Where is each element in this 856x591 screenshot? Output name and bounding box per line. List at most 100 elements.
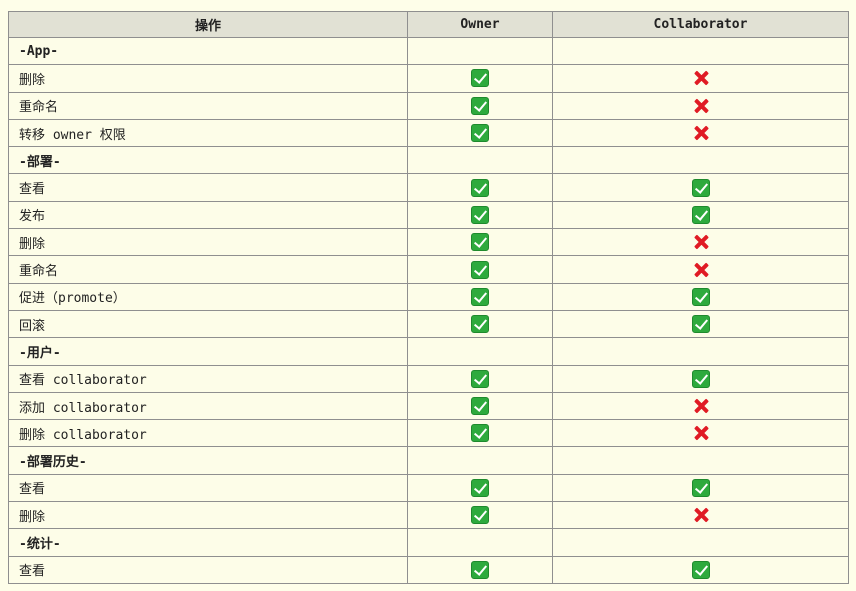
collaborator-permission-cell — [552, 501, 849, 530]
collaborator-permission-cell — [552, 473, 849, 503]
operation-label: 重命名 — [8, 255, 408, 284]
check-icon — [471, 369, 489, 388]
owner-permission-cell — [407, 528, 553, 557]
check-icon — [471, 69, 489, 88]
operation-label: 发布 — [8, 200, 408, 230]
table-row: 删除 — [8, 501, 849, 530]
owner-permission-cell — [407, 64, 553, 93]
check-icon — [691, 287, 710, 306]
group-label: -用户- — [8, 337, 408, 366]
collaborator-permission-cell — [552, 91, 849, 120]
group-label: -App- — [8, 36, 408, 66]
owner-permission-cell — [407, 36, 553, 66]
table-row: 查看 collaborator — [8, 364, 849, 393]
owner-permission-cell — [407, 446, 553, 475]
owner-permission-cell — [407, 118, 553, 148]
check-icon — [471, 205, 489, 224]
operation-label: 转移 owner 权限 — [8, 118, 408, 148]
owner-permission-cell — [407, 200, 553, 230]
group-label: -部署- — [8, 146, 408, 175]
cross-icon — [692, 397, 710, 415]
owner-permission-cell — [407, 173, 553, 202]
cross-icon — [692, 69, 710, 87]
table-row: 发布 — [8, 200, 849, 230]
owner-permission-cell — [407, 555, 553, 584]
table-row: 查看 — [8, 473, 849, 503]
collaborator-permission-cell — [552, 118, 849, 148]
check-icon — [471, 315, 489, 334]
header-owner: Owner — [407, 11, 553, 38]
collaborator-permission-cell — [552, 36, 849, 66]
operation-label: 添加 collaborator — [8, 391, 408, 421]
check-icon — [471, 506, 489, 525]
collaborator-permission-cell — [552, 555, 849, 584]
check-icon — [471, 124, 489, 143]
collaborator-permission-cell — [552, 419, 849, 448]
check-icon — [471, 287, 489, 306]
owner-permission-cell — [407, 337, 553, 366]
group-row: -用户- — [8, 337, 849, 366]
collaborator-permission-cell — [552, 64, 849, 93]
check-icon — [691, 560, 710, 579]
check-icon — [691, 205, 710, 224]
table-row: 转移 owner 权限 — [8, 118, 849, 148]
owner-permission-cell — [407, 473, 553, 503]
check-icon — [471, 424, 489, 443]
operation-label: 查看 collaborator — [8, 364, 408, 393]
collaborator-permission-cell — [552, 364, 849, 393]
owner-permission-cell — [407, 282, 553, 311]
cross-icon — [692, 261, 710, 279]
table-row: 重命名 — [8, 91, 849, 120]
table-row: 删除 collaborator — [8, 419, 849, 448]
operation-label: 重命名 — [8, 91, 408, 120]
cross-icon — [692, 424, 710, 442]
collaborator-permission-cell — [552, 200, 849, 230]
header-row: 操作 Owner Collaborator — [8, 11, 849, 38]
collaborator-permission-cell — [552, 146, 849, 175]
table-row: 添加 collaborator — [8, 391, 849, 421]
group-label: -部署历史- — [8, 446, 408, 475]
check-icon — [471, 233, 489, 252]
header-operation: 操作 — [8, 11, 408, 38]
check-icon — [471, 96, 489, 115]
operation-label: 促进（promote） — [8, 282, 408, 311]
table-row: 删除 — [8, 64, 849, 93]
owner-permission-cell — [407, 419, 553, 448]
collaborator-permission-cell — [552, 282, 849, 311]
permissions-table: 操作 Owner Collaborator -App- 删除 重命名 转移 owner… — [8, 11, 849, 584]
operation-label: 查看 — [8, 555, 408, 584]
check-icon — [691, 478, 710, 497]
group-label: -统计- — [8, 528, 408, 557]
collaborator-permission-cell — [552, 173, 849, 202]
operation-label: 查看 — [8, 473, 408, 503]
group-row: -App- — [8, 36, 849, 66]
check-icon — [471, 478, 489, 497]
collaborator-permission-cell — [552, 528, 849, 557]
collaborator-permission-cell — [552, 446, 849, 475]
operation-label: 删除 — [8, 64, 408, 93]
owner-permission-cell — [407, 91, 553, 120]
check-icon — [471, 178, 489, 197]
owner-permission-cell — [407, 228, 553, 257]
table-row: 重命名 — [8, 255, 849, 284]
table-row: 查看 — [8, 555, 849, 584]
collaborator-permission-cell — [552, 309, 849, 339]
owner-permission-cell — [407, 391, 553, 421]
group-row: -部署历史- — [8, 446, 849, 475]
header-collaborator: Collaborator — [552, 11, 849, 38]
table-row: 删除 — [8, 228, 849, 257]
collaborator-permission-cell — [552, 255, 849, 284]
owner-permission-cell — [407, 255, 553, 284]
collaborator-permission-cell — [552, 228, 849, 257]
cross-icon — [692, 233, 710, 251]
owner-permission-cell — [407, 309, 553, 339]
operation-label: 查看 — [8, 173, 408, 202]
table-row: 查看 — [8, 173, 849, 202]
group-row: -部署- — [8, 146, 849, 175]
operation-label: 删除 — [8, 228, 408, 257]
check-icon — [471, 397, 489, 415]
check-icon — [691, 178, 710, 197]
operation-label: 回滚 — [8, 309, 408, 339]
cross-icon — [692, 124, 710, 142]
cross-icon — [692, 506, 710, 524]
